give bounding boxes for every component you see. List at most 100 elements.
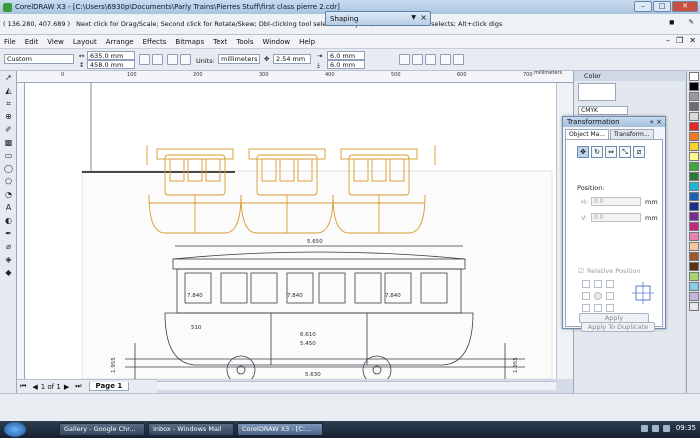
options-button[interactable] [440,54,451,65]
add-page-icon[interactable]: ⏭ [75,382,81,391]
next-page-icon[interactable]: ▶ [64,383,69,391]
pick-tool-icon[interactable]: ➚ [2,72,15,84]
color-model-select[interactable]: CMYK [578,106,628,115]
polygon-tool-icon[interactable]: ⬠ [2,176,15,188]
freehand-tool-icon[interactable]: ✐ [2,124,15,136]
palette-swatch[interactable] [689,282,699,291]
basic-shapes-icon[interactable]: ◔ [2,189,15,201]
shape-tool-icon[interactable]: ◭ [2,85,15,97]
palette-swatch[interactable] [689,132,699,141]
anchor-point[interactable] [582,304,590,312]
close-button[interactable]: ✕ [672,1,698,12]
anchor-point[interactable] [582,292,590,300]
fill-indicator-icon[interactable]: ◼ [669,18,674,26]
menu-effects[interactable]: Effects [143,38,167,46]
units-select[interactable]: millimeters [218,54,260,64]
tab-transform[interactable]: Transform... [610,129,654,139]
portrait-button[interactable] [139,54,150,65]
palette-swatch[interactable] [689,302,699,311]
h-position-input[interactable]: 0.0 [591,197,641,206]
shaping-docker[interactable]: Shaping ▼ × [325,11,431,26]
menu-edit[interactable]: Edit [25,38,39,46]
anchor-point[interactable] [606,280,614,288]
palette-swatch[interactable] [689,212,699,221]
palette-swatch[interactable] [689,292,699,301]
palette-swatch[interactable] [689,152,699,161]
palette-swatch[interactable] [689,122,699,131]
doc-restore-icon[interactable]: ❐ [676,36,683,45]
first-page-icon[interactable]: ⏮ [20,382,26,391]
eyedropper-tool-icon[interactable]: ✒ [2,228,15,240]
dropdown-arrow-icon[interactable]: ▼ [411,14,416,21]
skew-icon[interactable]: ⧄ [633,146,645,158]
palette-swatch[interactable] [689,172,699,181]
doc-minimize-icon[interactable]: – [666,36,670,45]
v-position-input[interactable]: 0.0 [591,213,641,222]
rotate-icon[interactable]: ↻ [591,146,603,158]
docker-close-icon[interactable]: « × [650,117,662,127]
page-width-input[interactable]: 635.0 mm [87,51,135,60]
tray-icon[interactable] [641,425,648,432]
anchor-point[interactable] [606,292,614,300]
palette-swatch[interactable] [689,242,699,251]
palette-swatch[interactable] [689,202,699,211]
tray-icon[interactable] [652,425,659,432]
palette-swatch[interactable] [689,82,699,91]
outline-indicator-icon[interactable]: ✎ [689,18,694,26]
size-icon[interactable]: ⤡ [619,146,631,158]
zoom-tool-icon[interactable]: ⊕ [2,111,15,123]
duplicate-y-input[interactable]: 6.0 mm [327,60,365,69]
palette-swatch[interactable] [689,72,699,81]
scale-icon[interactable]: ⇔ [605,146,617,158]
menu-text[interactable]: Text [213,38,227,46]
anchor-point[interactable] [594,304,602,312]
menu-file[interactable]: File [4,38,16,46]
treat-as-filled-button[interactable] [412,54,423,65]
all-pages-button[interactable] [167,54,178,65]
minimize-button[interactable]: – [634,1,652,12]
palette-swatch[interactable] [689,102,699,111]
current-page-button[interactable] [180,54,191,65]
anchor-point[interactable] [594,292,602,300]
drawing-canvas[interactable]: 5.650 7.840 7.840 7.840 6.610 5.450 510 … [25,83,556,379]
interactive-blend-icon[interactable]: ◐ [2,215,15,227]
palette-swatch[interactable] [689,272,699,281]
anchor-point[interactable] [582,280,590,288]
color-swatch[interactable] [578,83,616,101]
landscape-button[interactable] [152,54,163,65]
taskbar-item-coreldraw[interactable]: CorelDRAW X3 - [C:... [237,423,323,436]
menu-view[interactable]: View [47,38,64,46]
vertical-ruler[interactable] [17,83,25,385]
interactive-fill-icon[interactable]: ◆ [2,267,15,279]
palette-swatch[interactable] [689,232,699,241]
palette-swatch[interactable] [689,222,699,231]
draw-handles-button[interactable] [425,54,436,65]
menu-tools[interactable]: Tools [236,38,253,46]
palette-swatch[interactable] [689,252,699,261]
guidelines-button[interactable] [453,54,464,65]
menu-layout[interactable]: Layout [73,38,97,46]
horizontal-ruler[interactable]: 0 100 200 300 400 500 600 700 millimeter… [17,70,573,83]
rectangle-tool-icon[interactable]: ▭ [2,150,15,162]
page-tab[interactable]: Page 1 [88,382,130,391]
palette-swatch[interactable] [689,262,699,271]
text-tool-icon[interactable]: A [2,202,15,214]
fill-tool-icon[interactable]: ◈ [2,254,15,266]
crop-tool-icon[interactable]: ⌗ [2,98,15,110]
palette-swatch[interactable] [689,112,699,121]
tray-icon[interactable] [663,425,670,432]
horizontal-scrollbar[interactable] [150,381,556,390]
palette-swatch[interactable] [689,182,699,191]
page-height-input[interactable]: 458.0 mm [87,60,135,69]
nudge-input[interactable]: 2.54 mm [273,54,311,64]
taskbar-item-chrome[interactable]: Gallery - Google Chr... [59,423,145,436]
palette-swatch[interactable] [689,142,699,151]
anchor-point[interactable] [594,280,602,288]
menu-arrange[interactable]: Arrange [106,38,134,46]
close-icon[interactable]: × [420,13,427,22]
smart-fill-icon[interactable]: ▩ [2,137,15,149]
ellipse-tool-icon[interactable]: ◯ [2,163,15,175]
outline-tool-icon[interactable]: ⌀ [2,241,15,253]
page-preset-select[interactable]: Custom [4,54,74,64]
doc-close-icon[interactable]: ✕ [689,36,696,45]
